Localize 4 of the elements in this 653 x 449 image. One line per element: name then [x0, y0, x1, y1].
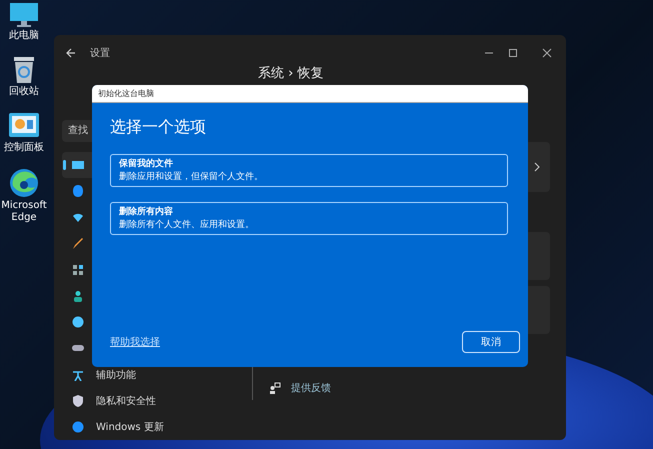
- window-title: 设置: [90, 46, 110, 60]
- dialog-heading: 选择一个选项: [110, 117, 207, 138]
- dialog-title: 初始化这台电脑: [92, 85, 528, 103]
- page-breadcrumb: 系统 › 恢复: [257, 66, 324, 82]
